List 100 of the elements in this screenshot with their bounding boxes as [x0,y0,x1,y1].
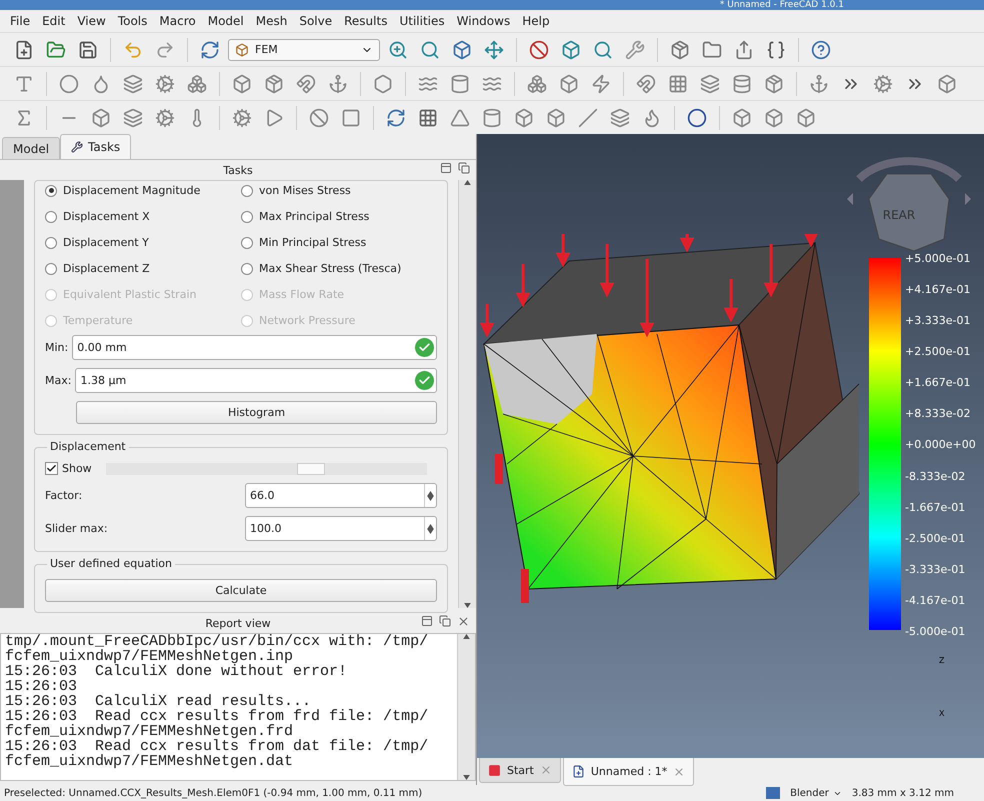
menu-item[interactable]: Model [202,14,250,28]
check-icon [415,371,434,390]
slider-thumb[interactable] [297,462,326,474]
3d-viewport[interactable]: REAR +5.000e-01 +4.167e-01 +3.333e-01 +2.500e-01 +1.667e-01 +8.333e-02 +0.000e+00 -8.333e-02 -1.667e-01 -2.500e-01 -3.333e-01 -4.167e-01 -5.000e-01 Z X [477,134,984,755]
arrow-down-icon[interactable] [427,528,434,534]
cube-icon [235,42,249,56]
scale-label: +0.000e+00 [905,438,976,452]
menu-item[interactable]: Edit [36,14,72,28]
status-message: Preselected: Unnamed.CCX_Results_Mesh.Elem0F1 (-0.94 mm, 1.00 mm, 0.11 mm) [4,788,424,798]
menu-item[interactable]: Macro [153,14,202,28]
scrollbar[interactable] [457,634,475,780]
scale-label: +2.500e-01 [905,345,972,358]
radio-label: Network Pressure [259,314,356,327]
axis-label: Z [939,655,944,667]
radio-button[interactable] [45,184,57,196]
number-field[interactable]: 100.0 [245,516,437,541]
group-title: Displacement [47,440,129,453]
scale-label: -5.000e-01 [905,624,966,638]
scale-label: +4.167e-01 [905,283,972,296]
axis-label: X [939,708,944,720]
checkbox-label: Show [62,462,92,475]
checkbox[interactable] [45,462,58,475]
wrench-icon [71,141,84,153]
radio-button[interactable] [45,262,57,274]
radio-button[interactable] [241,184,253,196]
radio-button[interactable] [45,210,57,222]
menu-item[interactable]: Solve [293,14,338,28]
close-icon[interactable] [673,766,686,778]
arrow-down-icon[interactable] [427,496,434,500]
menu-item[interactable]: Help [516,14,556,28]
radio-button[interactable] [241,262,253,274]
scale-label: -2.500e-01 [905,532,966,545]
scale-label: +8.333e-02 [905,407,972,420]
float-icon[interactable] [458,162,470,174]
number-field[interactable]: 66.0 [245,483,437,508]
arrow-up-icon[interactable] [464,180,471,185]
field-label: Slider max: [45,522,108,535]
menu-item[interactable]: Tools [112,14,154,28]
log-line: 15:26:03 [5,679,78,694]
scale-label: -8.333e-02 [905,470,966,483]
log-line: tmp/.mount_FreeCADbbIpc/usr/bin/ccx with: /tmp/ [5,634,430,649]
menu-item[interactable]: Utilities [393,14,451,28]
group-title: User defined equation [47,557,175,570]
panel-title: Report view [205,616,271,630]
check-icon [415,338,434,357]
document-tab[interactable]: Unnamed : 1* [562,758,694,786]
radio-label: Mass Flow Rate [259,288,344,301]
float-icon[interactable] [439,615,451,627]
arrow-down-icon[interactable] [464,603,471,608]
dock-icon[interactable] [421,615,433,627]
radio-label: Displacement Y [63,236,149,249]
navigation-style[interactable]: Blender [790,788,842,798]
scale-label: -1.667e-01 [905,500,966,514]
log-line: 15:26:03 Read ccx results from frd file: /tmp/ [5,709,430,724]
radio-label: Displacement Magnitude [63,184,200,197]
menu-item[interactable]: Results [338,14,394,28]
arrow-up-icon[interactable] [427,490,434,496]
navcube-face-label: REAR [882,208,916,222]
menu-item[interactable]: Windows [450,14,516,28]
scale-label: -4.167e-01 [905,594,966,607]
histogram-button[interactable]: Histogram [76,401,437,424]
log-line: 15:26:03 CalculiX read results... [5,694,312,709]
panel-tab[interactable]: Tasks [60,134,132,159]
radio-label: Max Shear Stress (Tresca) [259,262,402,275]
square-icon [488,764,501,776]
field-label: Min: [45,341,68,354]
radio-button[interactable] [45,236,57,248]
radio-label: Displacement X [63,210,150,223]
workbench-selector[interactable]: FEM [228,38,380,60]
arrow-down-icon[interactable] [463,775,470,780]
value-field[interactable]: 1.38 μm [75,368,437,393]
arrow-up-icon[interactable] [463,634,470,639]
menu-item[interactable]: File [4,14,36,28]
panel-tab[interactable]: Model [2,137,60,159]
slider-track[interactable] [106,462,427,474]
scale-label: +1.667e-01 [905,376,972,390]
close-icon[interactable] [540,764,552,776]
radio-label: Min Principal Stress [259,236,366,249]
scale-label: +5.000e-01 [905,252,972,265]
window-title: * Unnamed - FreeCAD 1.0.1 [720,0,844,10]
menu-item[interactable]: View [71,14,112,28]
menu-item[interactable]: Mesh [250,14,294,28]
calculate-button[interactable]: Calculate [45,579,437,602]
scrollbar[interactable] [458,180,476,608]
arrow-up-icon[interactable] [427,524,434,528]
radio-button[interactable] [241,236,253,248]
radio-label: von Mises Stress [259,184,351,197]
field-label: Factor: [45,489,82,502]
dock-icon[interactable] [440,162,452,174]
field-label: Max: [45,374,72,387]
log-line: fcfem_uixndwp7/FEMMeshNetgen.frd [5,724,294,739]
radio-button[interactable] [241,210,253,222]
scale-label: +3.333e-01 [905,314,972,328]
close-icon[interactable] [457,615,470,628]
log-line: 15:26:03 CalculiX done without error! [5,664,348,679]
view-dimensions: 3.83 mm x 3.12 mm [852,788,954,798]
style-icon[interactable] [766,787,780,799]
log-line: 15:26:03 Read ccx results from dat file: /tmp/ [5,739,430,754]
document-tab[interactable]: Start [479,758,561,783]
value-field[interactable]: 0.00 mm [72,335,437,360]
